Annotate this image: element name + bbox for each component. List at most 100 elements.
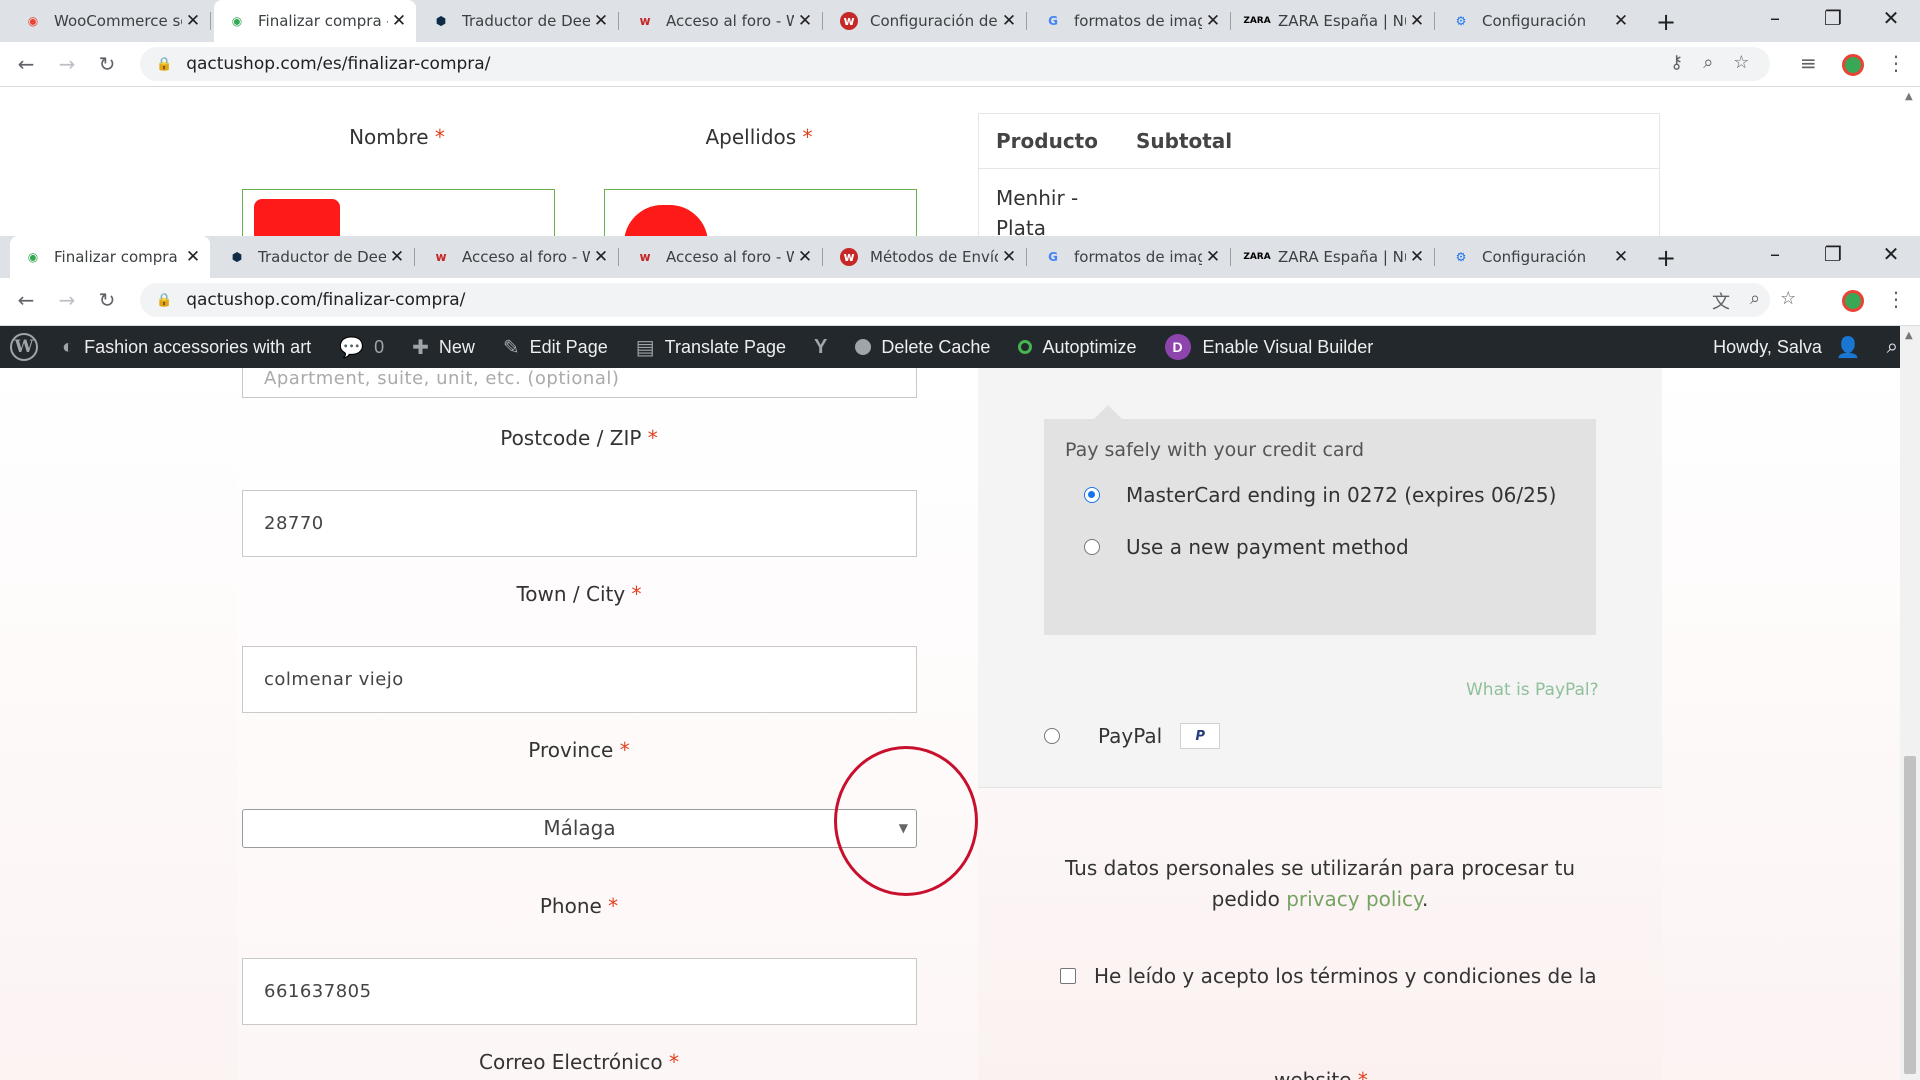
menu-dots-icon[interactable]: ⋮ [1886,51,1906,75]
front-tab-finalizar[interactable]: ◉ Finalizar compra - ✕ [10,236,210,278]
reload-icon[interactable]: ↻ [95,288,119,312]
back-tab-finalizar[interactable]: ◉ Finalizar compra - ✕ [214,0,416,42]
city-input[interactable]: colmenar viejo [242,646,917,713]
key-icon[interactable]: ⚷ [1670,52,1683,73]
close-icon[interactable]: ✕ [1610,247,1632,267]
front-omnibox[interactable]: 🔒 qactushop.com/finalizar-compra/ [140,283,1770,317]
wordpress-logo-icon[interactable]: W [10,333,38,361]
close-icon[interactable]: ✕ [1610,11,1632,31]
new-tab-icon[interactable]: + [1656,8,1676,36]
extension-icon[interactable] [1842,54,1864,76]
translate-icon[interactable]: 文 [1712,288,1730,314]
front-tab-foro-2[interactable]: w Acceso al foro - W ✕ [622,236,823,278]
delete-cache-link[interactable]: Delete Cache [855,337,990,358]
close-icon[interactable]: ✕ [794,247,816,267]
close-icon[interactable]: ✕ [388,11,410,31]
howdy-text[interactable]: Howdy, Salva [1713,337,1822,358]
paypal-radio[interactable] [1044,728,1060,744]
maximize-icon[interactable]: ❐ [1818,6,1848,30]
reload-icon[interactable]: ↻ [95,52,119,76]
back-arrow-icon[interactable]: ← [14,52,38,76]
site-name-link[interactable]: ◐ Fashion accessories with art [62,336,311,359]
back-tab-zara[interactable]: ZARA ZARA España | Nu ✕ [1234,0,1435,42]
back-tab-woocommerce[interactable]: ◉ WooCommerce se ✕ [10,0,211,42]
user-avatar-icon[interactable]: 👤 [1836,335,1861,360]
zoom-icon[interactable]: ⌕ [1750,288,1760,314]
scroll-up-icon[interactable]: ▲ [1905,330,1913,341]
saved-card-text: MasterCard ending in 0272 (expires 06/25… [1126,483,1557,507]
terms-row[interactable]: He leído y acepto los términos y condici… [1060,964,1597,988]
new-tab-icon[interactable]: + [1656,244,1676,272]
close-icon[interactable]: ✕ [1202,11,1224,31]
phone-label: Phone * [242,894,916,918]
saved-card-radio[interactable] [1084,487,1100,503]
minimize-icon[interactable]: – [1760,6,1790,30]
front-tab-foro-1[interactable]: w Acceso al foro - W ✕ [418,236,619,278]
order-review-header: Producto Subtotal [979,114,1659,169]
front-tab-deepl[interactable]: ⬢ Traductor de Deep ✕ [214,236,415,278]
what-is-paypal-link[interactable]: What is PayPal? [1466,680,1599,700]
front-tab-configuracion[interactable]: ⚙ Configuración ✕ [1438,236,1638,278]
page-scrollbar[interactable]: ▲ [1900,326,1920,1080]
maximize-icon[interactable]: ❐ [1818,242,1848,266]
front-tab-zara[interactable]: ZARA ZARA España | Nu ✕ [1234,236,1435,278]
visual-builder-link[interactable]: D Enable Visual Builder [1164,334,1373,360]
window-close-icon[interactable]: ✕ [1876,242,1906,266]
back-tab-formatos[interactable]: G formatos de image ✕ [1030,0,1231,42]
divi-icon: D [1164,334,1191,360]
new-content-link[interactable]: ✚ New [412,335,475,360]
forward-arrow-icon[interactable]: → [55,52,79,76]
phone-input[interactable]: 661637805 [242,958,917,1025]
back-tab-deepl[interactable]: ⬢ Traductor de Deep ✕ [418,0,619,42]
postcode-label-text: Postcode / ZIP [500,426,642,450]
star-icon[interactable]: ☆ [1780,288,1796,314]
close-icon[interactable]: ✕ [794,11,816,31]
back-scrollbar[interactable]: ▲ [1900,87,1920,236]
close-icon[interactable]: ✕ [590,247,612,267]
terms-checkbox[interactable] [1060,968,1076,984]
close-icon[interactable]: ✕ [1202,247,1224,267]
comments-link[interactable]: 💬 0 [339,335,384,360]
close-icon[interactable]: ✕ [386,247,408,267]
front-tab-formatos[interactable]: G formatos de image ✕ [1030,236,1231,278]
close-icon[interactable]: ✕ [590,11,612,31]
back-omnibox[interactable]: 🔒 qactushop.com/es/finalizar-compra/ [140,47,1770,81]
privacy-policy-link[interactable]: privacy policy [1286,887,1422,911]
new-method-option[interactable]: Use a new payment method [1084,535,1409,559]
back-tab-foro[interactable]: w Acceso al foro - W ✕ [622,0,823,42]
scroll-up-icon[interactable]: ▲ [1905,91,1913,102]
close-icon[interactable]: ✕ [1406,11,1428,31]
postcode-input[interactable]: 28770 [242,490,917,557]
window-close-icon[interactable]: ✕ [1876,6,1906,30]
close-icon[interactable]: ✕ [1406,247,1428,267]
forward-arrow-icon[interactable]: → [55,288,79,312]
saved-card-option[interactable]: MasterCard ending in 0272 (expires 06/25… [1084,483,1556,507]
media-icon[interactable]: ≡ [1800,51,1817,75]
close-icon[interactable]: ✕ [182,11,204,31]
minimize-icon[interactable]: – [1760,242,1790,266]
new-method-radio[interactable] [1084,539,1100,555]
zoom-icon[interactable]: ⌕ [1703,52,1713,73]
close-icon[interactable]: ✕ [998,11,1020,31]
translate-page-link[interactable]: ▤ Translate Page [636,335,786,360]
apartment-input[interactable]: Apartment, suite, unit, etc. (optional) [242,368,917,398]
back-tab-configuracion[interactable]: ⚙ Configuración ✕ [1438,0,1638,42]
autoptimize-link[interactable]: Autoptimize [1018,337,1137,358]
close-icon[interactable]: ✕ [182,247,204,267]
back-arrow-icon[interactable]: ← [14,288,38,312]
paypal-option[interactable]: PayPal P [1044,723,1221,749]
menu-dots-icon[interactable]: ⋮ [1886,287,1906,311]
search-icon[interactable]: ⌕ [1887,336,1898,359]
autoptimize-status-icon [1018,340,1033,354]
close-icon[interactable]: ✕ [998,247,1020,267]
province-select[interactable]: Málaga ▼ [242,809,917,848]
extension-icon[interactable] [1842,290,1864,312]
star-icon[interactable]: ☆ [1733,52,1749,73]
edit-page-link[interactable]: ✎ Edit Page [503,335,608,360]
zara-icon: ZARA [1243,16,1271,26]
scrollbar-thumb[interactable] [1904,756,1916,1074]
front-tab-metodos-envio[interactable]: w Métodos de Envío ✕ [826,236,1027,278]
phone-value: 661637805 [264,981,372,1002]
back-tab-configuracion-de[interactable]: w Configuración de ✕ [826,0,1027,42]
yoast-link[interactable]: Y [814,336,837,359]
